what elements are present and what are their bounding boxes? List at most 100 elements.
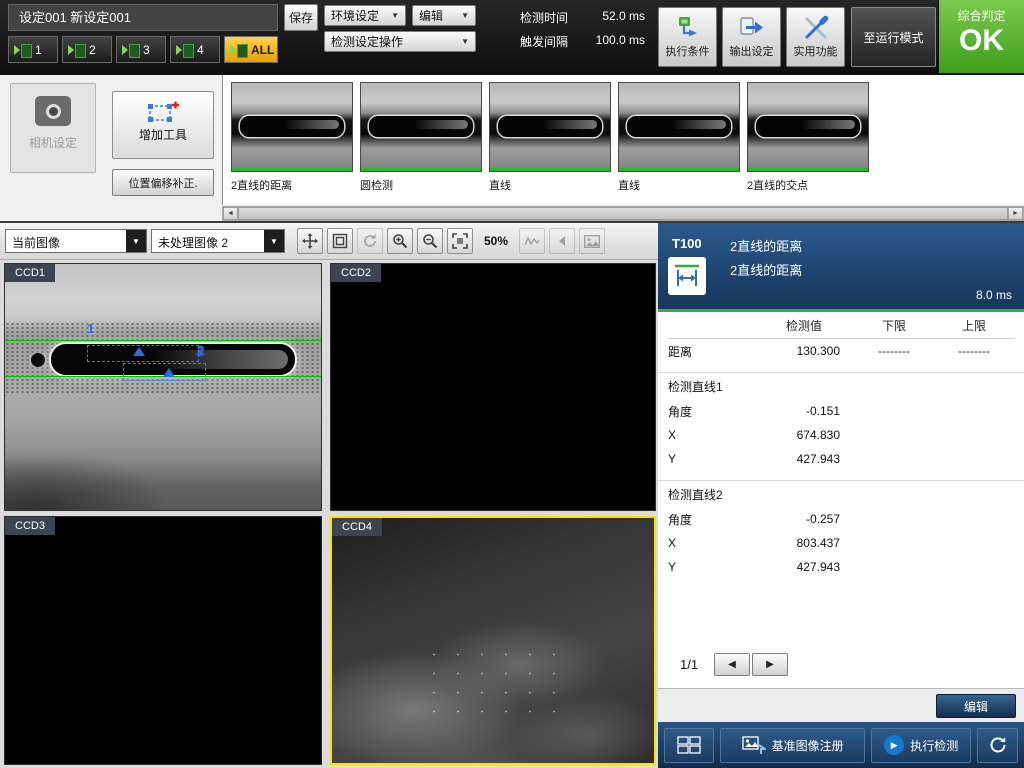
zoom-in-icon <box>392 233 408 249</box>
zoom-in-button[interactable] <box>387 228 413 254</box>
tab-camera-3-label: 3 <box>143 43 150 57</box>
output-settings-icon <box>723 13 780 43</box>
tool-thumbnail-image <box>360 82 482 172</box>
reference-image-icon <box>742 736 766 755</box>
tab-camera-1[interactable]: 1 <box>8 36 58 63</box>
row-label: X <box>668 536 754 550</box>
camera-flag-icon <box>176 44 193 56</box>
position-correction-button[interactable]: 位置偏移补正. <box>112 169 214 196</box>
image-source-dropdown[interactable]: 当前图像 ▼ <box>5 229 147 253</box>
run-inspection-button[interactable]: ▶ 执行检测 <box>871 728 971 763</box>
result-table: 检测值 下限 上限 距离 130.300 -------- -------- 检… <box>658 312 1024 688</box>
thumbnail-scrollbar[interactable]: ◄ ► <box>222 206 1024 221</box>
tab-camera-4[interactable]: 4 <box>170 36 220 63</box>
camera-icon <box>35 96 71 126</box>
setting-title: 设定001 新设定001 <box>8 4 278 31</box>
region-display-button[interactable] <box>327 228 353 254</box>
tool-thumbnail-rail: 2直线的距离 圆检测 直线 直线 2直线的交点 <box>222 75 1024 205</box>
inspection-settings-ops-menu[interactable]: 检测设定操作 ▼ <box>324 31 476 52</box>
camera-settings-button[interactable]: 相机设定 <box>10 83 96 173</box>
zoom-out-button[interactable] <box>417 228 443 254</box>
back-arrow-icon <box>556 235 568 247</box>
tab-camera-4-label: 4 <box>197 43 204 57</box>
edit-menu[interactable]: 编辑 ▼ <box>412 5 476 26</box>
scroll-right-icon[interactable]: ► <box>1008 207 1023 220</box>
result-row: X 674.830 <box>668 423 1014 447</box>
judgement-label: 综合判定 <box>939 7 1024 24</box>
tool-thumbnail[interactable]: 2直线的交点 <box>747 82 869 205</box>
scrollbar-thumb[interactable] <box>238 207 1008 220</box>
previous-image-button[interactable] <box>549 228 575 254</box>
distance-tool-icon <box>668 257 706 295</box>
pan-position-button[interactable] <box>297 228 323 254</box>
tool-thumbnail[interactable]: 直线 <box>618 82 740 205</box>
camera-flag-icon <box>122 44 139 56</box>
tool-result-header: T100 2直线的距离 2直线的距离 8.0 ms <box>658 223 1024 309</box>
fit-screen-icon <box>452 233 468 249</box>
region-number-2: 2 <box>197 343 204 358</box>
image-icon <box>584 235 600 248</box>
row-label: Y <box>668 452 754 466</box>
camera-view-ccd3[interactable]: CCD3 <box>4 516 322 765</box>
layout-grid-button[interactable] <box>664 728 714 763</box>
exec-condition-button[interactable]: 执行条件 <box>658 7 717 67</box>
save-button[interactable]: 保存 <box>284 4 318 31</box>
inspection-settings-ops-label: 检测设定操作 <box>331 33 403 50</box>
utility-button[interactable]: 实用功能 <box>786 7 845 67</box>
camera-flag-icon <box>14 44 31 56</box>
camera-view-label: CCD4 <box>332 518 382 536</box>
ccd4-image <box>332 518 654 763</box>
environment-settings-menu[interactable]: 环境设定 ▼ <box>324 5 406 26</box>
top-bar: 设定001 新设定001 保存 环境设定 ▼ 编辑 ▼ 检测设定操作 ▼ 检测时… <box>0 0 1024 75</box>
register-reference-image-button[interactable]: 基准图像注册 <box>720 728 865 763</box>
edge-marker-icon <box>163 368 175 377</box>
exec-condition-icon <box>659 13 716 43</box>
rotate-image-button[interactable] <box>357 228 383 254</box>
image-type-dropdown[interactable]: 未处理图像 2 ▼ <box>151 229 285 253</box>
result-row: X 803.437 <box>668 531 1014 555</box>
camera-view-ccd1[interactable]: CCD1 1 2 <box>4 263 322 511</box>
tool-thumbnail-image <box>618 82 740 172</box>
edit-tool-button[interactable]: 编辑 <box>936 694 1016 718</box>
tool-thumbnail[interactable]: 直线 <box>489 82 611 205</box>
chevron-down-icon: ▼ <box>391 11 399 20</box>
tool-thumbnail-image <box>231 82 353 172</box>
row-label: 距离 <box>668 343 754 360</box>
tab-camera-3[interactable]: 3 <box>116 36 166 63</box>
retrigger-button[interactable] <box>977 728 1018 763</box>
next-page-button[interactable]: ▶ <box>752 653 788 676</box>
main-area: 当前图像 ▼ 未处理图像 2 ▼ <box>0 223 1024 768</box>
workpiece-hole <box>31 353 45 367</box>
tab-camera-2[interactable]: 2 <box>62 36 112 63</box>
output-settings-button[interactable]: 输出设定 <box>722 7 781 67</box>
tool-thumbnail-image <box>747 82 869 172</box>
edit-menu-label: 编辑 <box>419 7 443 24</box>
tool-process-time: 8.0 ms <box>976 288 1012 302</box>
fit-to-screen-button[interactable] <box>447 228 473 254</box>
overall-judgement-panel: 综合判定 OK <box>938 0 1024 73</box>
detect-time-value: 52.0 ms <box>575 9 645 23</box>
exec-condition-label: 执行条件 <box>659 43 716 59</box>
viewer-toolbar: 当前图像 ▼ 未处理图像 2 ▼ <box>0 223 658 260</box>
result-table-header: 检测值 下限 上限 <box>668 312 1014 339</box>
chevron-down-icon: ▼ <box>264 230 284 252</box>
previous-page-button[interactable]: ◀ <box>714 653 750 676</box>
row-label: 角度 <box>668 403 754 420</box>
tool-thumbnail-label: 2直线的距离 <box>231 177 353 193</box>
camera-view-ccd4[interactable]: CCD4 <box>330 516 656 765</box>
chevron-down-icon: ▼ <box>126 230 146 252</box>
tool-thumbnail[interactable]: 圆检测 <box>360 82 482 205</box>
row-upper-limit: -------- <box>934 344 1014 358</box>
tab-camera-2-label: 2 <box>89 43 96 57</box>
add-tool-button[interactable]: 增加工具 <box>112 91 214 159</box>
tool-thumbnail[interactable]: 2直线的距离 <box>231 82 353 205</box>
grid-layout-icon <box>677 736 701 754</box>
section-title-line2: 检测直线2 <box>668 481 1014 507</box>
scroll-left-icon[interactable]: ◄ <box>223 207 238 220</box>
image-capture-button[interactable] <box>579 228 605 254</box>
move-icon <box>302 233 318 249</box>
profile-display-button[interactable] <box>519 228 545 254</box>
tab-camera-all[interactable]: ALL <box>224 36 278 63</box>
camera-view-ccd2[interactable]: CCD2 <box>330 263 656 511</box>
run-mode-button[interactable]: 至运行模式 <box>851 7 936 67</box>
